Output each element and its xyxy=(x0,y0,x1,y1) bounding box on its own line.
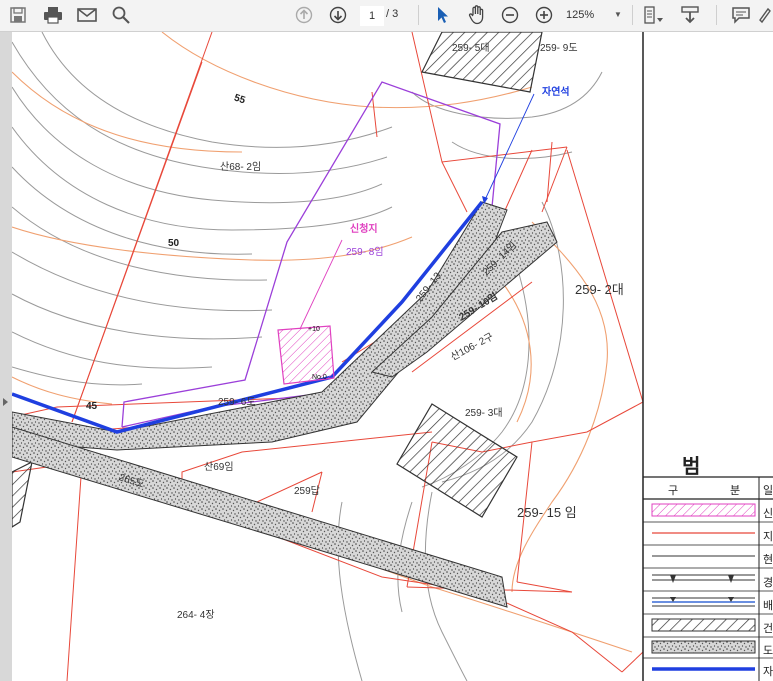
print-icon[interactable] xyxy=(41,3,65,27)
document-page: 259- 5대 259- 9도 자연석 55 산68- 2임 신청지 259- … xyxy=(12,32,773,681)
pdf-toolbar: 1 / 3 125% ▼ xyxy=(0,0,773,32)
fit-page-icon[interactable] xyxy=(642,3,666,27)
chevron-down-icon: ▼ xyxy=(614,10,622,19)
zoom-select[interactable]: 125% ▼ xyxy=(566,6,626,24)
prev-page-icon[interactable] xyxy=(292,3,316,27)
legend-row-4: 경 xyxy=(763,577,773,589)
email-icon[interactable] xyxy=(75,3,99,27)
legend-frame xyxy=(642,32,773,681)
legend-row-2: 지 xyxy=(763,531,773,543)
zoom-in-icon[interactable] xyxy=(532,3,556,27)
legend-row-6: 건 xyxy=(763,623,773,635)
legend-row-8: 자 xyxy=(763,666,773,678)
legend-sample-road xyxy=(651,640,756,654)
side-panel-toggle[interactable] xyxy=(0,32,12,681)
legend-row-1: 신 xyxy=(763,508,773,520)
legend-row-3: 현 xyxy=(763,554,773,566)
legend-sample-applicant xyxy=(651,503,756,517)
zoom-value: 125% xyxy=(566,9,595,21)
legend-col-cut: 일 xyxy=(763,485,773,497)
legend-sample-building xyxy=(651,618,756,632)
page-total: / 3 xyxy=(386,8,399,20)
page-number-input[interactable]: 1 xyxy=(360,6,384,26)
legend-sample-boundary xyxy=(652,574,755,583)
legend-row-7: 도 xyxy=(763,645,773,657)
signature-icon[interactable] xyxy=(758,3,772,27)
hand-tool-icon[interactable] xyxy=(465,3,489,27)
legend-title: 범 xyxy=(682,456,701,478)
save-icon[interactable] xyxy=(6,3,30,27)
legend-sample-drain xyxy=(652,597,755,607)
legend-row-5: 배 xyxy=(763,600,773,612)
legend-col-left: 구 xyxy=(668,485,679,497)
search-icon[interactable] xyxy=(109,3,133,27)
export-icon[interactable] xyxy=(678,3,702,27)
next-page-icon[interactable] xyxy=(326,3,350,27)
legend-col-right: 분 xyxy=(730,485,741,497)
select-cursor-icon[interactable] xyxy=(431,3,455,27)
comment-icon[interactable] xyxy=(729,3,753,27)
zoom-out-icon[interactable] xyxy=(498,3,522,27)
